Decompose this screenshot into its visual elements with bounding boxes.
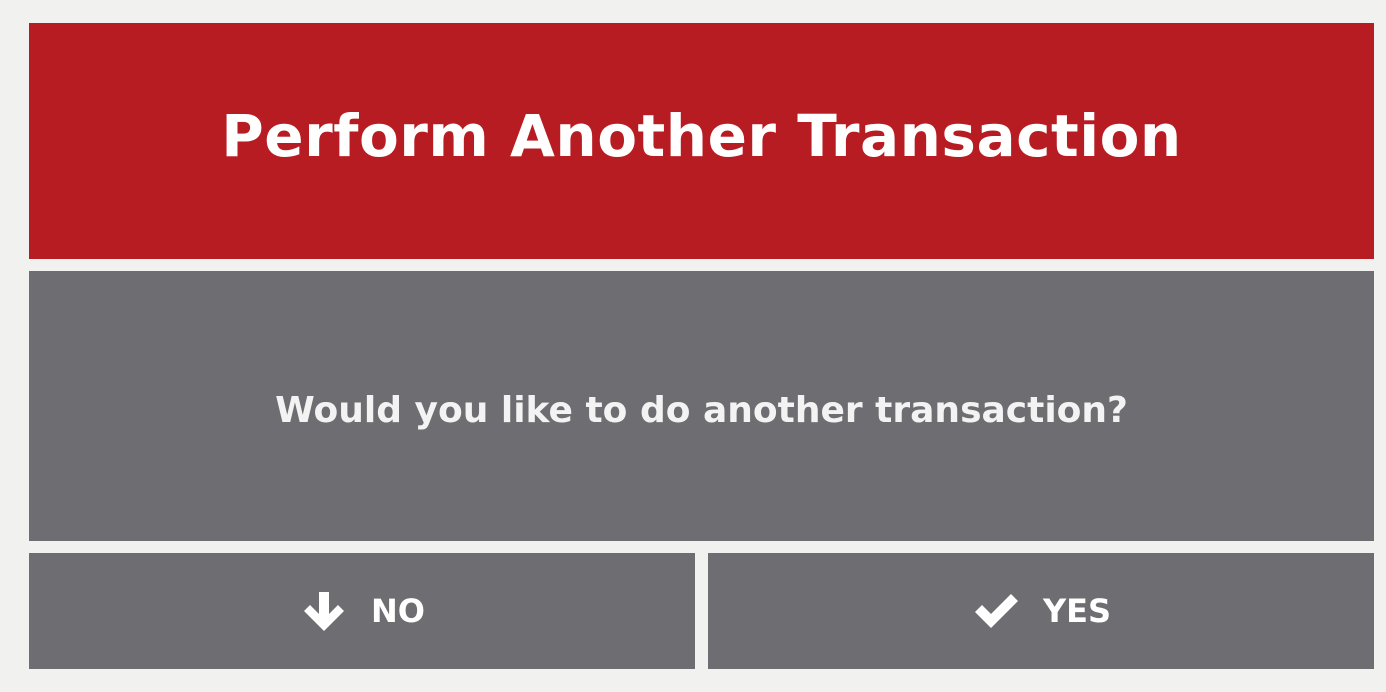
no-button[interactable]: NO [29, 553, 695, 669]
dialog-message: Would you like to do another transaction… [275, 389, 1128, 431]
dialog-message-panel: Would you like to do another transaction… [29, 271, 1374, 541]
dialog-header: Perform Another Transaction [29, 23, 1374, 259]
checkmark-icon [974, 594, 1018, 628]
arrow-down-icon [304, 592, 344, 631]
transaction-dialog: Perform Another Transaction Would you li… [0, 0, 1386, 692]
no-button-label: NO [371, 592, 425, 630]
yes-button[interactable]: YES [708, 553, 1374, 669]
dialog-title: Perform Another Transaction [221, 102, 1182, 170]
yes-button-label: YES [1042, 592, 1112, 630]
